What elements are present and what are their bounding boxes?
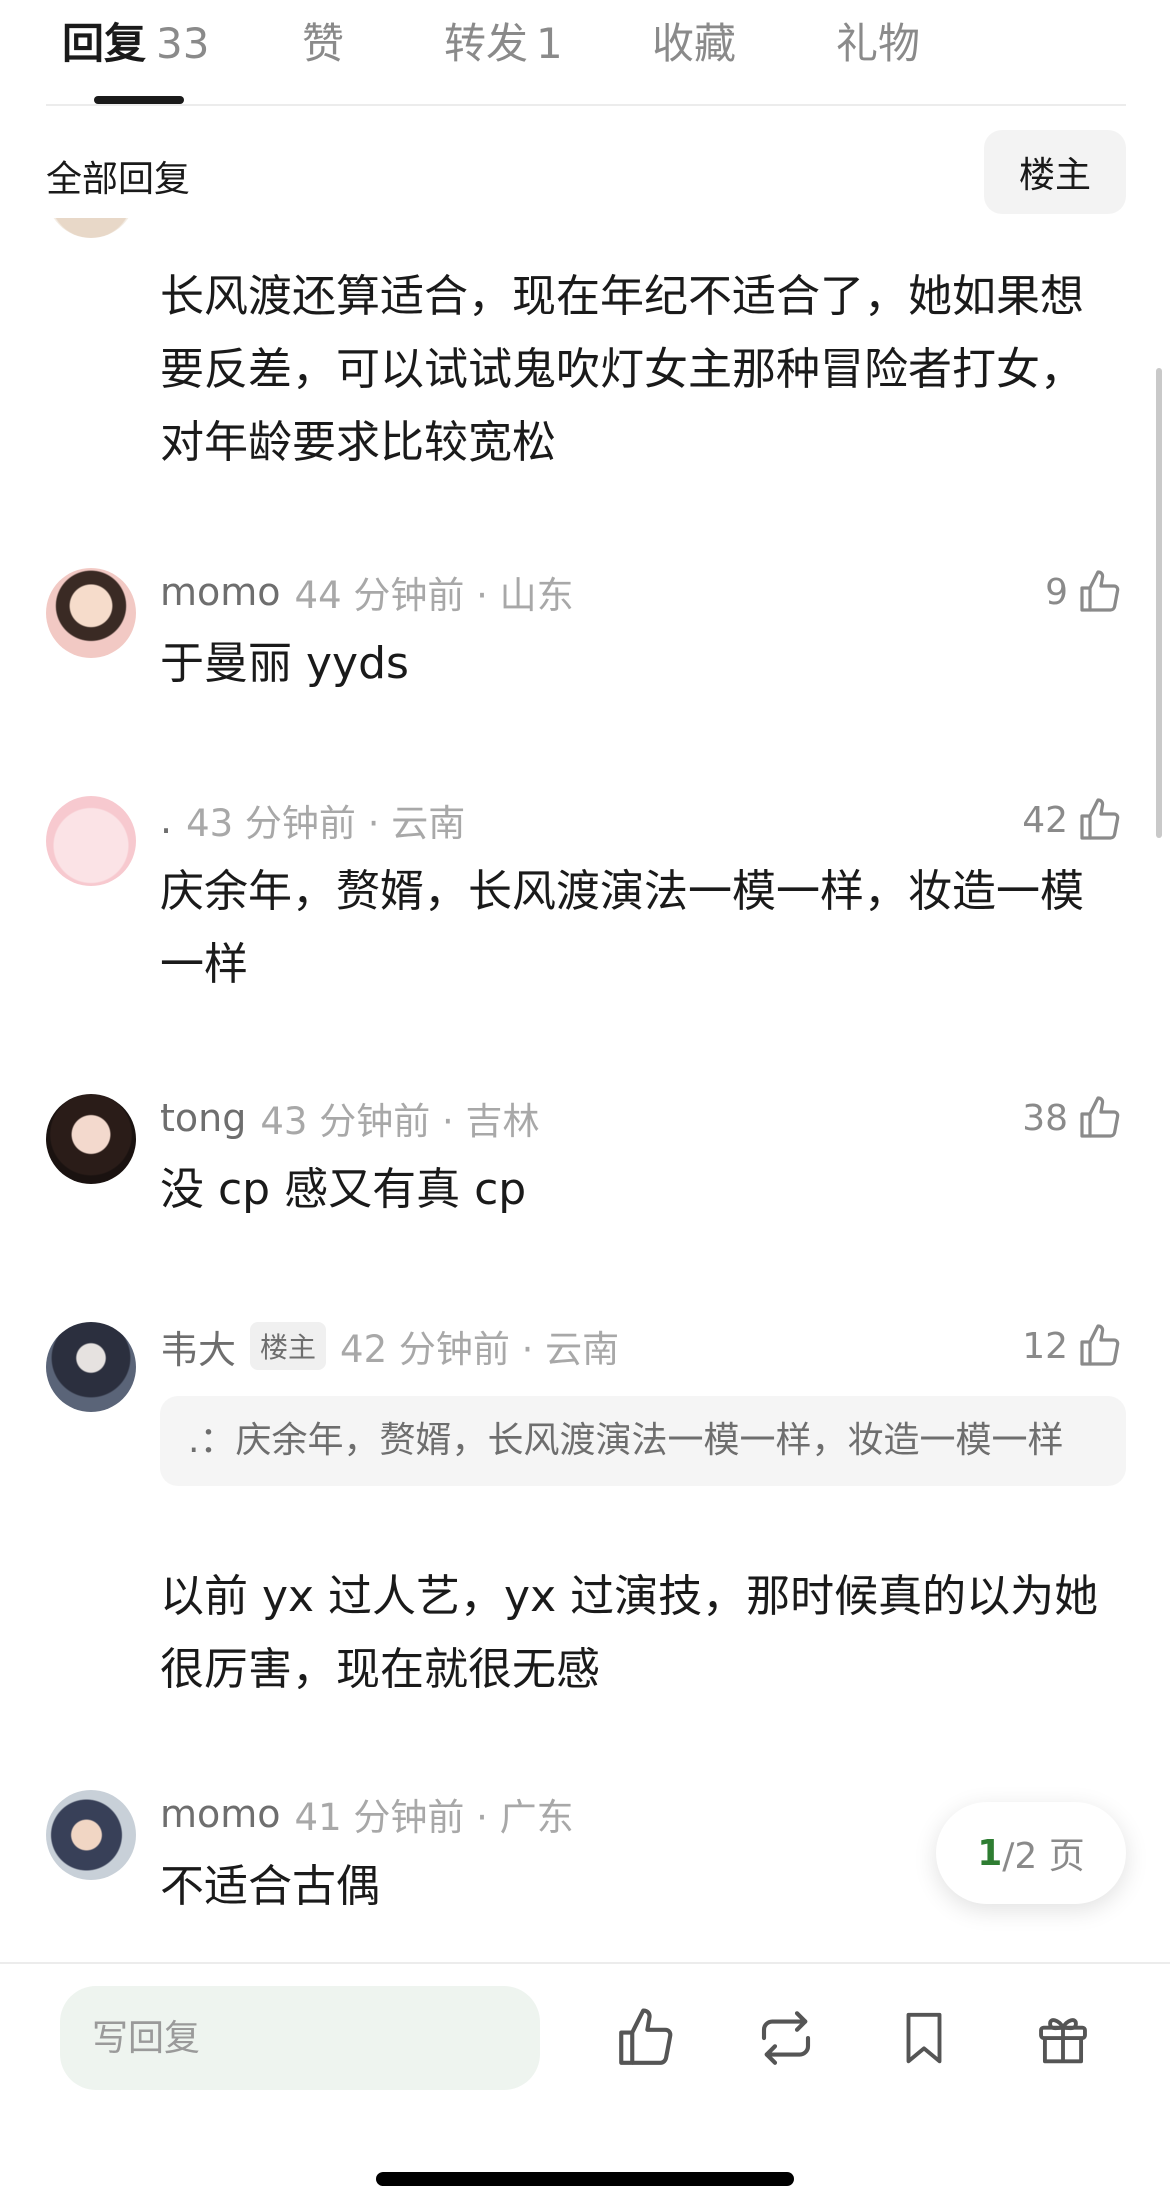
comment-list[interactable]: 长风渡还算适合，现在年纪不适合了，她如果想要反差，可以试试鬼吹灯女主那种冒险者打… [0,218,1170,1962]
tab-favorites-label: 收藏 [652,19,737,68]
thumbs-up-icon [1080,1096,1120,1138]
like-post-button[interactable] [610,2002,682,2074]
current-page: 1 [977,1832,1003,1874]
tab-likes[interactable]: 赞 [302,10,344,71]
comment-time-location: 42 分钟前 · 云南 [340,1328,620,1371]
like-button[interactable]: 42 [1022,792,1124,848]
like-count: 38 [1022,1097,1068,1139]
username[interactable]: tong [160,1096,246,1140]
comment-text: 长风渡还算适合，现在年纪不适合了，她如果想要反差，可以试试鬼吹灯女主那种冒险者打… [160,271,1084,468]
thumbs-up-icon [1080,570,1120,612]
comment-time-location: 44 分钟前 · 山东 [294,574,574,617]
comment-text: 没 cp 感又有真 cp [160,1164,527,1215]
thumbs-up-icon [1080,1324,1120,1366]
home-indicator[interactable] [376,2172,794,2186]
like-count: 9 [1045,571,1068,613]
avatar[interactable] [46,568,136,658]
tab-reposts-count: 1 [536,19,563,68]
avatar[interactable] [46,1790,136,1880]
avatar[interactable] [46,1322,136,1412]
like-button[interactable]: 9 [1045,564,1124,620]
tab-likes-label: 赞 [302,19,345,68]
comment-meta: 韦大 楼主 42 分钟前 · 云南 [160,1319,620,1374]
quoted-reply[interactable]: .：庆余年，赘婿，长风渡演法一模一样，妆造一模一样 [160,1396,1126,1486]
gift-button[interactable] [1027,2002,1099,2074]
comment-meta: tong 43 分钟前 · 吉林 [160,1093,540,1143]
bookmark-button[interactable] [888,2002,960,2074]
scrollbar[interactable] [1156,368,1162,838]
tab-gifts[interactable]: 礼物 [836,10,920,71]
all-replies-title: 全部回复 [46,159,191,200]
page-total: /2 页 [1002,1836,1085,1877]
bookmark-icon [906,2012,942,2064]
tab-gifts-label: 礼物 [836,19,921,68]
comment-time-location: 43 分钟前 · 云南 [186,802,466,845]
tab-replies-label: 回复 [62,19,147,68]
tab-favorites[interactable]: 收藏 [652,10,736,71]
divider [0,1962,1170,1964]
like-button[interactable]: 12 [1022,1318,1124,1374]
page-indicator[interactable]: 1/2 页 [936,1802,1126,1904]
tab-replies-count: 33 [156,19,210,68]
tab-replies[interactable]: 回复 33 [62,10,209,71]
owner-filter-button[interactable]: 楼主 [984,130,1126,214]
reply-input[interactable] [60,1986,540,2090]
like-button[interactable]: 38 [1022,1090,1124,1146]
comment-text: 庆余年，赘婿，长风渡演法一模一样，妆造一模一样 [160,866,1084,990]
thumbs-up-icon [619,2008,673,2065]
avatar[interactable] [46,218,136,238]
avatar[interactable] [46,1094,136,1184]
thumbs-up-icon [1080,798,1120,840]
gift-icon [1039,2018,1087,2064]
tab-reposts-label: 转发 [444,19,529,68]
comment-meta: momo 44 分钟前 · 山东 [160,567,574,617]
comment-text: 于曼丽 yyds [160,638,409,689]
avatar[interactable] [46,796,136,886]
username[interactable]: momo [160,1792,281,1836]
active-tab-indicator [94,96,184,104]
comment-time-location: 43 分钟前 · 吉林 [260,1100,540,1143]
owner-badge: 楼主 [250,1322,327,1370]
comment-meta: momo 41 分钟前 · 广东 [160,1789,574,1839]
comment-meta: . 43 分钟前 · 云南 [160,795,465,845]
like-count: 42 [1022,799,1068,841]
comment-time-location: 41 分钟前 · 广东 [294,1796,574,1839]
tab-reposts[interactable]: 转发 1 [444,10,563,71]
tab-bar: 回复 33 赞 转发 1 收藏 礼物 [0,0,1170,106]
divider [46,104,1126,106]
username[interactable]: 韦大 [160,1319,236,1374]
comment-text: 以前 yx 过人艺，yx 过演技，那时候真的以为她很厉害，现在就很无感 [160,1571,1099,1695]
repost-icon [761,2011,811,2065]
like-count: 12 [1022,1325,1068,1367]
username[interactable]: . [160,798,172,842]
repost-button[interactable] [750,2002,822,2074]
username[interactable]: momo [160,570,281,614]
